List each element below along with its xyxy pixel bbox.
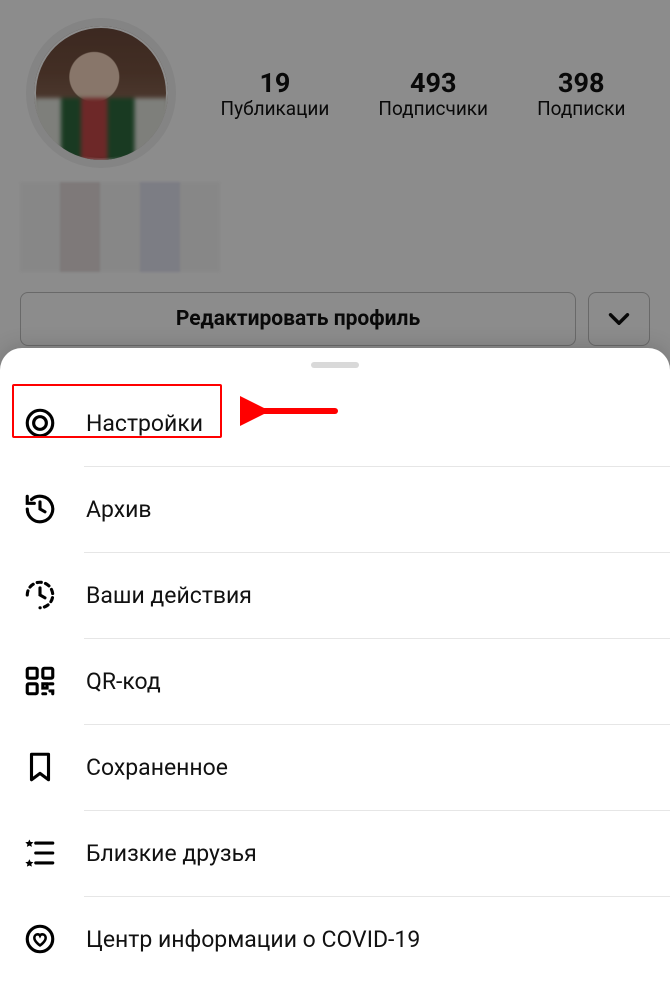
- bookmark-icon: [22, 749, 58, 785]
- sheet-grabber[interactable]: [311, 362, 359, 368]
- heart-circle-icon: [22, 921, 58, 957]
- menu-label: QR-код: [86, 668, 161, 695]
- qrcode-icon: [22, 663, 58, 699]
- close-friends-icon: [22, 835, 58, 871]
- menu-label: Сохраненное: [86, 754, 228, 781]
- menu-item-covid-info[interactable]: Центр информации о COVID-19: [0, 896, 670, 982]
- menu-label: Центр информации о COVID-19: [86, 926, 420, 953]
- archive-icon: [22, 491, 58, 527]
- menu-item-settings[interactable]: Настройки: [0, 380, 670, 466]
- annotation-arrow: [240, 386, 340, 436]
- menu-item-saved[interactable]: Сохраненное: [0, 724, 670, 810]
- menu-item-activity[interactable]: Ваши действия: [0, 552, 670, 638]
- menu-item-close-friends[interactable]: Близкие друзья: [0, 810, 670, 896]
- menu-label: Близкие друзья: [86, 840, 257, 867]
- menu-label: Архив: [86, 496, 152, 523]
- gear-icon: [22, 405, 58, 441]
- activity-icon: [22, 577, 58, 613]
- menu-item-qrcode[interactable]: QR-код: [0, 638, 670, 724]
- menu-item-archive[interactable]: Архив: [0, 466, 670, 552]
- menu-label: Ваши действия: [86, 582, 252, 609]
- profile-menu-sheet: Настройки Архив Ваши действия QR-код Сох…: [0, 348, 670, 1008]
- menu-label: Настройки: [86, 410, 203, 437]
